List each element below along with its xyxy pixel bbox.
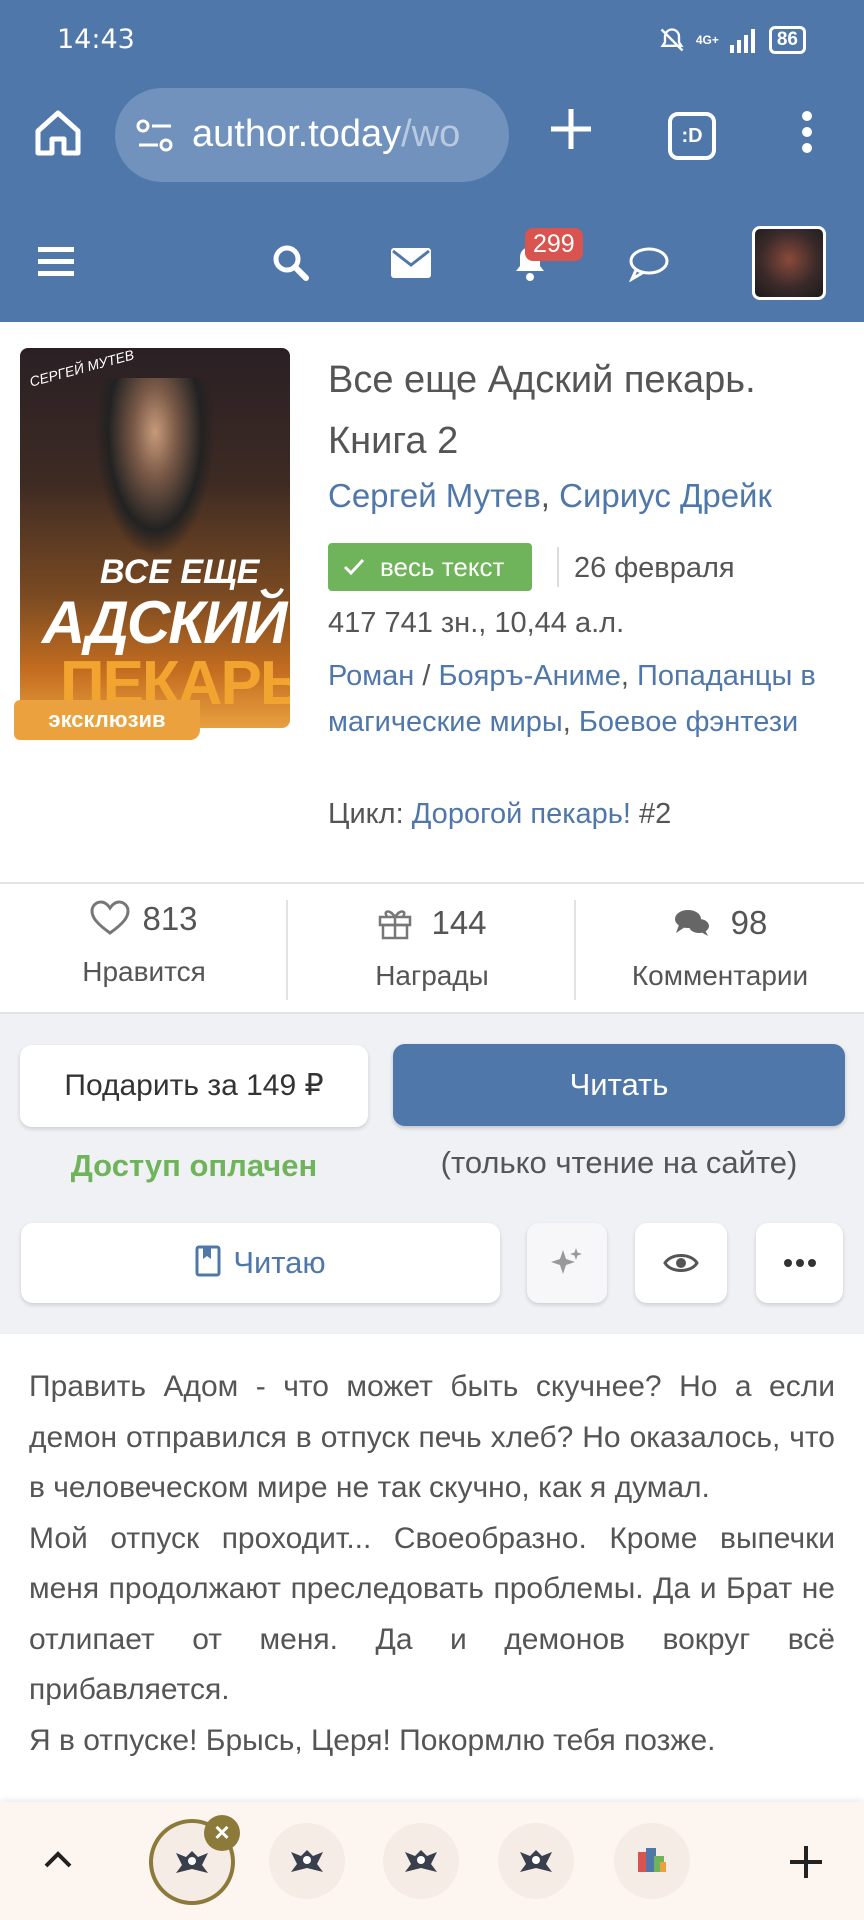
gift-icon [379,910,412,940]
site-emblem-icon [176,1851,208,1873]
notification-count-badge: 299 [525,228,583,261]
book-authors: Сергей Мутев, Сириус Дрейк [328,477,772,515]
user-avatar[interactable] [752,226,826,300]
home-icon[interactable] [30,105,86,161]
awards-counter[interactable]: 144 Награды [288,884,576,1012]
book-cover[interactable]: СЕРГЕЙ МУТЕВ ВСЕ ЕЩЕ АДСКИЙ ПЕКАРЬ [20,348,290,728]
cycle-label: Цикл: [328,798,404,830]
cycle-link[interactable]: Дорогой пекарь! [412,798,631,830]
mail-icon[interactable] [390,247,432,279]
check-icon [343,558,365,576]
genre-link[interactable]: Роман [328,660,414,692]
read-only-note: (только чтение на сайте) [440,1145,798,1180]
tab-item[interactable] [498,1823,574,1899]
publish-date: 26 февраля [574,552,735,584]
status-icons: 4G+ 86 [658,26,806,54]
comments-label: Комментарии [631,960,809,991]
likes-counter[interactable]: 813 Нравится [0,884,288,1012]
recommend-button[interactable] [527,1223,607,1303]
more-options-button[interactable] [756,1223,843,1303]
genres: Роман / Бояръ-Аниме, Попаданцы в магичес… [328,660,816,738]
close-tab-icon[interactable]: × [204,1815,240,1851]
add-tab-icon[interactable] [786,1842,826,1882]
comments-icon [674,910,709,936]
tab-switcher-button[interactable]: :D [668,112,716,160]
author-link[interactable]: Сергей Мутев [328,477,541,514]
likes-value: 813 [0,900,288,938]
network-type: 4G+ [695,33,719,47]
more-horiz-icon [784,1259,816,1267]
cover-illustration [95,378,215,558]
book-counters: 813 Нравится 144 Награды 98 Комментарии [0,882,864,1014]
status-badge: весь текст [328,543,532,591]
site-emblem-icon [520,1850,552,1872]
chat-icon[interactable] [628,246,670,282]
read-button[interactable]: Читать [393,1044,845,1126]
status-time: 14:43 [57,24,135,55]
author-separator: , [540,477,550,514]
annotation-paragraph: Я в отпуске! Брысь, Церя! Покормлю тебя … [29,1723,716,1757]
address-bar[interactable]: author.today/wo [115,88,509,182]
reading-status-label: Читаю [233,1245,326,1280]
awards-label: Награды [375,960,489,991]
book-annotation: Править Адом - что может быть скучнее? Н… [29,1362,835,1766]
url-host: author.today [192,113,402,155]
reading-status-button[interactable]: Читаю [21,1223,500,1303]
status-bar: 14:43 4G+ 86 [0,0,864,82]
book-size: 417 741 зн., 10,44 а.л. [328,607,625,639]
comments-counter[interactable]: 98 Комментарии [576,884,864,1012]
colorful-site-icon [638,1848,666,1872]
annotation-paragraph: Править Адом - что может быть скучнее? Н… [29,1370,835,1504]
likes-label: Нравится [82,956,206,987]
cover-title-line1: ВСЕ ЕЩЕ [100,553,260,591]
sparkles-icon [551,1248,582,1274]
signal-icon [729,29,755,53]
book-title: Все еще Адский пекарь. Книга 2 [328,359,756,462]
site-navbar [0,200,864,322]
new-tab-icon[interactable] [545,103,597,155]
search-icon[interactable] [272,244,310,282]
bookmark-book-icon [195,1245,221,1277]
status-badge-text: весь текст [380,552,505,582]
divider [557,547,559,587]
annotation-paragraph: Мой отпуск проходит... Своеобразно. Кром… [29,1521,835,1707]
hamburger-menu-icon[interactable] [38,245,74,277]
site-settings-icon[interactable] [135,118,175,154]
mute-bell-icon [660,28,684,52]
battery-icon: 86 [768,26,806,54]
gift-button[interactable]: Подарить за 149 ₽ [20,1045,368,1127]
site-emblem-icon [405,1850,437,1872]
tab-item[interactable] [614,1823,690,1899]
author-link[interactable]: Сириус Дрейк [559,477,772,514]
url-text[interactable]: author.today/wo [192,113,492,156]
chevron-up-icon[interactable] [42,1850,74,1870]
genre-link[interactable]: Боевое фэнтези [579,706,798,738]
cover-title-line2: АДСКИЙ [42,589,287,656]
comments-value: 98 [576,904,864,942]
url-path: /wo [401,113,461,155]
exclusive-badge: эксклюзив [14,700,200,740]
book-cycle: Цикл: Дорогой пекарь! #2 [328,798,671,831]
heart-icon [90,900,130,935]
awards-value: 144 [288,904,576,942]
tab-item[interactable] [383,1823,459,1899]
access-paid-status: Доступ оплачен [70,1148,318,1183]
watch-button[interactable] [635,1223,727,1303]
tab-item[interactable] [269,1823,345,1899]
eye-icon [663,1254,699,1272]
site-emblem-icon [291,1850,323,1872]
more-vert-icon[interactable] [795,108,819,156]
cycle-number: #2 [639,798,672,830]
genre-link[interactable]: Бояръ-Аниме [438,660,620,692]
